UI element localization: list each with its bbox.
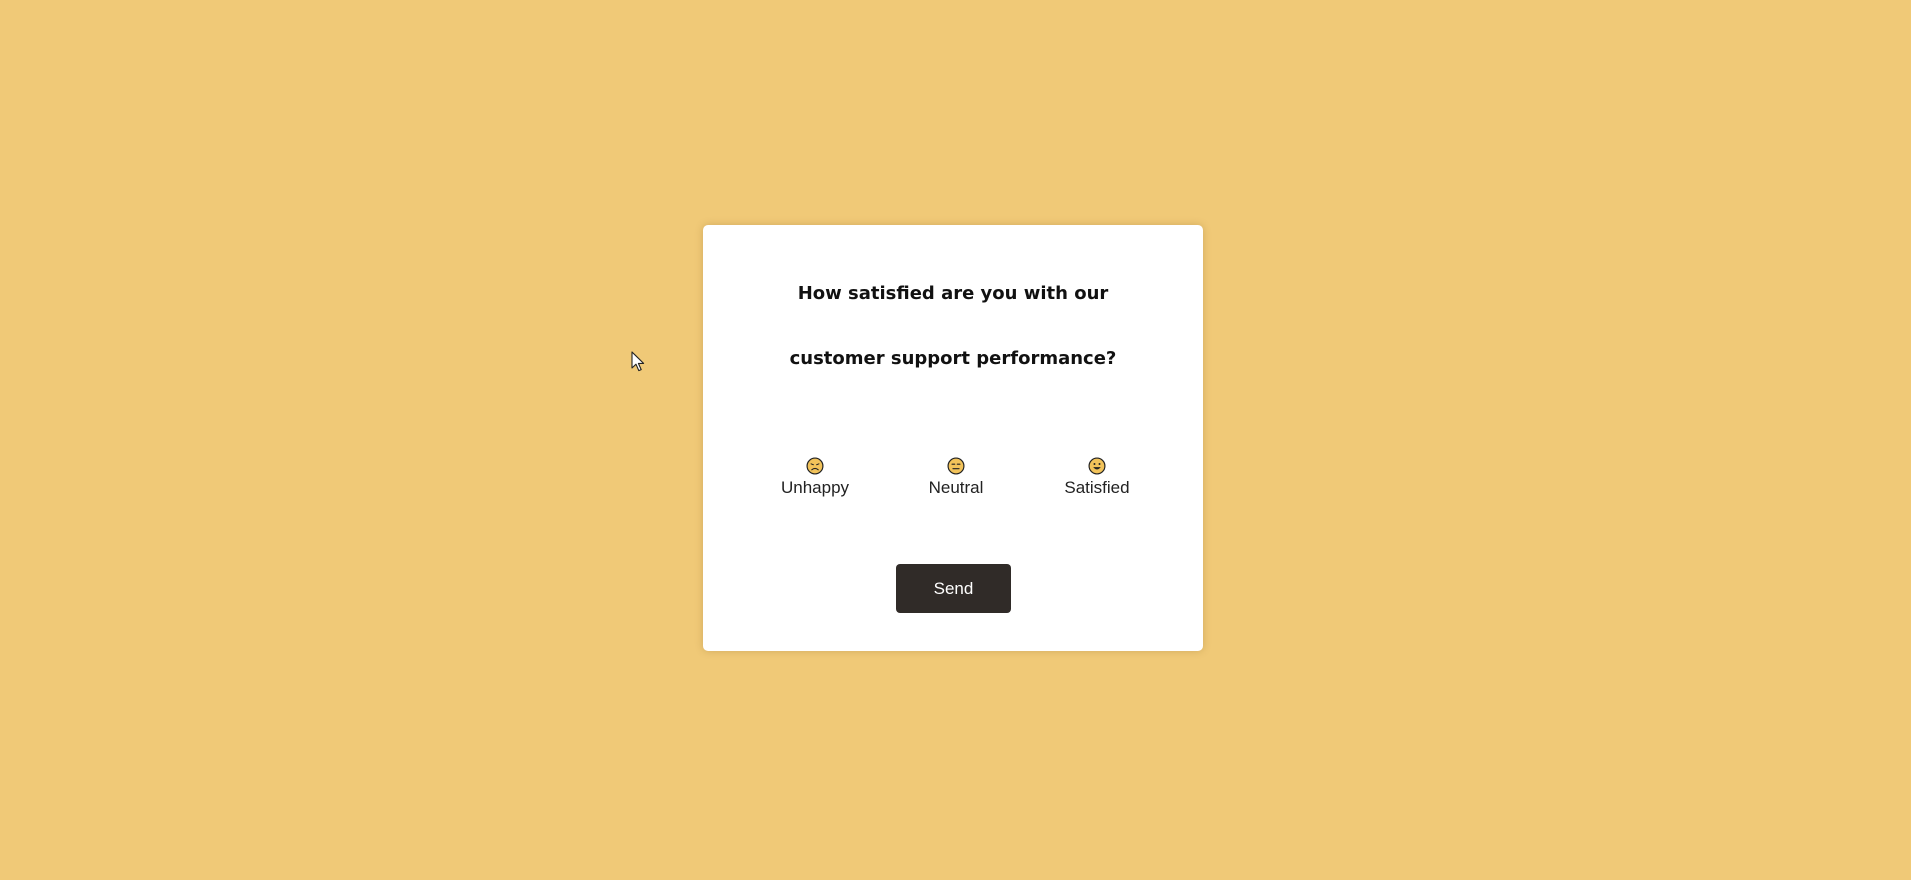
rating-options: Unhappy Neutral Satisfied bbox=[703, 457, 1203, 517]
page-background: How satisfied are you with our customer … bbox=[0, 0, 1911, 880]
option-label-unhappy: Unhappy bbox=[780, 478, 850, 497]
option-unhappy[interactable]: Unhappy bbox=[760, 457, 870, 498]
option-neutral[interactable]: Neutral bbox=[901, 457, 1011, 498]
send-button[interactable]: Send bbox=[896, 564, 1011, 613]
satisfied-face-icon bbox=[1088, 457, 1106, 475]
mouse-pointer-icon bbox=[631, 351, 645, 372]
unhappy-face-icon bbox=[806, 457, 824, 475]
survey-card: How satisfied are you with our customer … bbox=[703, 225, 1203, 651]
neutral-face-icon bbox=[947, 457, 965, 475]
option-label-satisfied: Satisfied bbox=[1064, 478, 1130, 497]
option-label-neutral: Neutral bbox=[928, 478, 984, 497]
question-line-2: customer support performance? bbox=[789, 348, 1117, 369]
option-satisfied[interactable]: Satisfied bbox=[1042, 457, 1152, 498]
question-line-1: How satisfied are you with our bbox=[797, 283, 1109, 304]
